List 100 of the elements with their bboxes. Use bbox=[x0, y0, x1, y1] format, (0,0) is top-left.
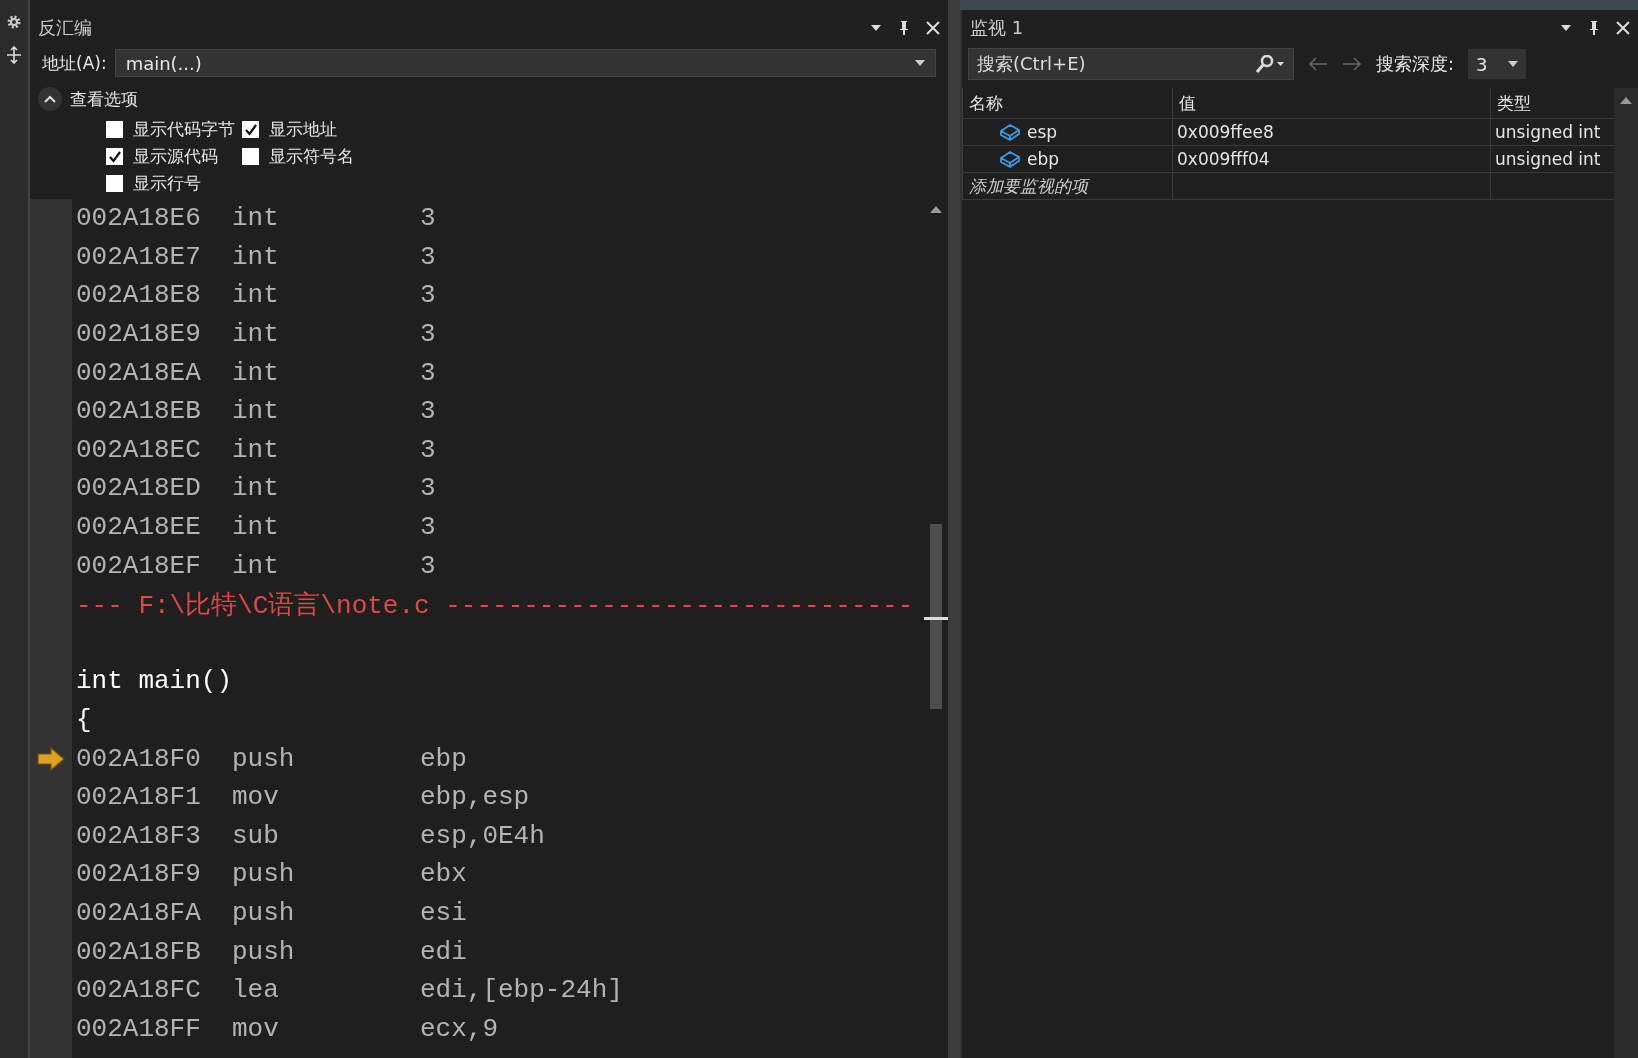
option-checkbox[interactable]: 显示行号 bbox=[106, 172, 242, 195]
operand-text: edi,[ebp-24h] bbox=[420, 975, 623, 1006]
position-marker bbox=[924, 617, 948, 620]
panel-title: 监视 1 bbox=[970, 16, 1025, 40]
variable-name: ebp bbox=[1027, 149, 1060, 169]
pin-icon[interactable] bbox=[898, 20, 910, 36]
address-text: 002A18E9 bbox=[76, 319, 202, 350]
address-label: 地址(A): bbox=[42, 51, 107, 75]
forward-arrow-icon[interactable] bbox=[1342, 57, 1362, 71]
checkbox[interactable] bbox=[106, 148, 123, 165]
address-text: 002A18EA bbox=[76, 357, 202, 388]
back-arrow-icon[interactable] bbox=[1308, 57, 1328, 71]
dropdown-icon[interactable] bbox=[1508, 61, 1519, 67]
mnemonic-text: push bbox=[232, 898, 296, 928]
operand-text: 3 bbox=[420, 203, 436, 234]
address-text: 002A18EF bbox=[76, 550, 202, 581]
address-text: 002A18EE bbox=[76, 512, 202, 543]
operand-text: ecx,9 bbox=[420, 1013, 498, 1044]
address-text: 002A18F0 bbox=[76, 743, 202, 774]
mnemonic-text: int bbox=[232, 512, 280, 543]
option-checkbox[interactable]: 显示代码字节 bbox=[106, 118, 242, 141]
search-depth-label: 搜索深度: bbox=[1376, 52, 1455, 76]
operand-text: 3 bbox=[420, 550, 436, 581]
operand-text: 3 bbox=[420, 473, 436, 504]
mnemonic-text: int bbox=[232, 473, 280, 504]
value-cell: 0x009ffee8 bbox=[1172, 119, 1490, 145]
cube-icon bbox=[999, 149, 1021, 169]
search-depth-dropdown[interactable]: 3 bbox=[1468, 49, 1527, 79]
scrollbar[interactable] bbox=[1614, 88, 1638, 1058]
settings-icon[interactable] bbox=[6, 14, 22, 30]
operand-text: 3 bbox=[420, 434, 436, 465]
mnemonic-text: int bbox=[232, 280, 280, 311]
close-icon[interactable] bbox=[1616, 21, 1630, 35]
address-text: 002A18E6 bbox=[76, 203, 202, 234]
scroll-up-icon[interactable] bbox=[930, 205, 942, 213]
mnemonic-text: int bbox=[232, 203, 280, 234]
option-checkbox[interactable]: 显示符号名 bbox=[242, 145, 354, 168]
pin-icon[interactable] bbox=[1588, 20, 1600, 36]
checkbox[interactable] bbox=[242, 148, 259, 165]
option-checkbox[interactable]: 显示地址 bbox=[242, 118, 354, 141]
operand-text: ebp bbox=[420, 743, 467, 774]
dropdown-icon[interactable] bbox=[915, 60, 925, 66]
operand-text: 3 bbox=[420, 512, 436, 543]
address-text: 002A18EB bbox=[76, 396, 202, 427]
address-text: 002A18EC bbox=[76, 434, 202, 465]
dropdown-icon[interactable] bbox=[870, 24, 882, 32]
mnemonic-text: int bbox=[232, 357, 280, 388]
source-file-separator: --- F:\比特\C语言\note.c ------------------------------ bbox=[76, 589, 914, 622]
operand-text: ebx bbox=[420, 859, 467, 890]
checkbox[interactable] bbox=[106, 175, 123, 192]
scrollbar-thumb[interactable] bbox=[930, 524, 942, 709]
collapse-button[interactable] bbox=[38, 87, 62, 111]
mnemonic-text: int bbox=[232, 319, 280, 350]
chevron-icon[interactable] bbox=[44, 95, 56, 103]
address-combobox[interactable]: main(...) bbox=[114, 49, 936, 77]
source-code-line: int main() bbox=[76, 666, 233, 697]
checkbox[interactable] bbox=[242, 121, 259, 138]
mnemonic-text: int bbox=[232, 396, 280, 427]
mnemonic-text: sub bbox=[232, 820, 280, 851]
address-text: 002A18E7 bbox=[76, 241, 202, 272]
panel-title: 反汇编 bbox=[38, 16, 93, 40]
search-icon[interactable] bbox=[1255, 55, 1285, 73]
address-text: 002A18FB bbox=[76, 936, 202, 967]
address-text: 002A18FA bbox=[76, 898, 202, 928]
address-text: 002A18FF bbox=[76, 1013, 202, 1044]
add-watch-item[interactable]: 添加要监视的项 bbox=[962, 173, 1172, 199]
value-cell: 0x009fff04 bbox=[1172, 146, 1490, 172]
address-text: 002A18E8 bbox=[76, 280, 202, 311]
operand-text: 3 bbox=[420, 357, 436, 388]
address-text: 002A18F1 bbox=[76, 782, 202, 813]
search-field[interactable]: 搜索(Ctrl+E) bbox=[968, 48, 1294, 80]
operand-text: edi bbox=[420, 936, 467, 967]
operand-text: esp,0E4h bbox=[420, 820, 545, 851]
split-icon[interactable] bbox=[6, 46, 22, 64]
address-text: 002A18FC bbox=[76, 975, 202, 1006]
checkbox[interactable] bbox=[106, 121, 123, 138]
column-header[interactable]: 值 bbox=[1172, 88, 1490, 118]
mnemonic-text: int bbox=[232, 434, 280, 465]
operand-text: 3 bbox=[420, 280, 436, 311]
source-code-line: { bbox=[76, 705, 92, 735]
mnemonic-text: int bbox=[232, 241, 280, 272]
option-checkbox[interactable]: 显示源代码 bbox=[106, 145, 242, 168]
dropdown-icon[interactable] bbox=[1560, 24, 1572, 32]
scroll-up-icon[interactable] bbox=[1620, 96, 1632, 104]
mnemonic-text: push bbox=[232, 936, 296, 967]
operand-text: 3 bbox=[420, 396, 436, 427]
variable-name: esp bbox=[1027, 122, 1058, 142]
column-header[interactable]: 名称 bbox=[962, 88, 1172, 118]
operand-text: ebp,esp bbox=[420, 782, 530, 813]
address-text: 002A18F9 bbox=[76, 859, 202, 890]
cube-icon bbox=[999, 122, 1021, 142]
mnemonic-text: mov bbox=[232, 782, 280, 813]
section-header: 查看选项 bbox=[70, 87, 138, 111]
address-text: 002A18ED bbox=[76, 473, 202, 504]
close-icon[interactable] bbox=[926, 21, 940, 35]
mnemonic-text: mov bbox=[232, 1013, 280, 1044]
address-text: 002A18F3 bbox=[76, 820, 202, 851]
mnemonic-text: push bbox=[232, 743, 296, 774]
mnemonic-text: int bbox=[232, 550, 280, 581]
operand-text: 3 bbox=[420, 319, 436, 350]
